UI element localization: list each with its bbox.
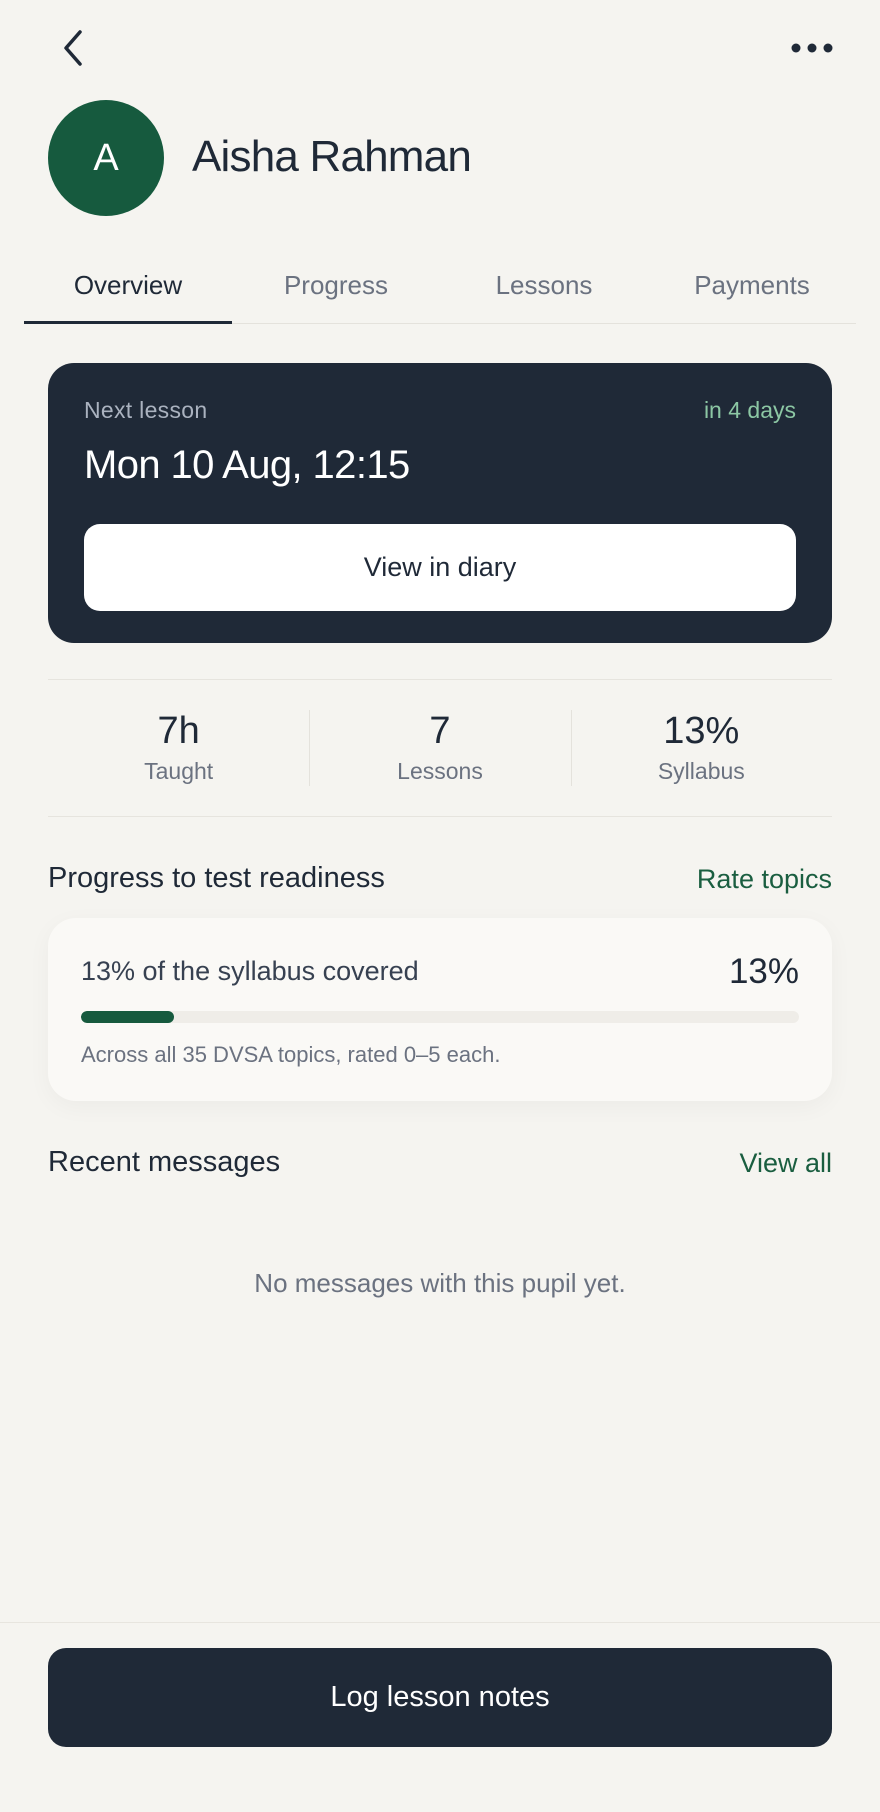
stat-label: Lessons (397, 758, 483, 785)
tab-overview[interactable]: Overview (24, 258, 232, 324)
stat-label: Taught (144, 758, 214, 785)
more-options-button[interactable] (784, 26, 840, 70)
back-button[interactable] (52, 26, 96, 70)
avatar: A (48, 100, 164, 216)
tab-bar: Overview Progress Lessons Payments (24, 258, 856, 324)
progress-percent: 13% (728, 952, 799, 991)
rate-topics-link[interactable]: Rate topics (697, 864, 832, 895)
next-lesson-datetime: Mon 10 Aug, 12:15 (84, 443, 410, 487)
view-in-diary-button[interactable]: View in diary (84, 524, 796, 611)
tab-lessons[interactable]: Lessons (440, 258, 648, 323)
progress-summary: 13% of the syllabus covered (81, 956, 419, 986)
chevron-left-icon (64, 30, 82, 66)
messages-empty-state: No messages with this pupil yet. (254, 1268, 626, 1298)
next-lesson-relative-time: in 4 days (703, 397, 796, 423)
stat-syllabus: 13% Syllabus (570, 680, 832, 816)
pupil-overview-screen: A Aisha Rahman Overview Progress Lessons… (0, 0, 880, 1812)
bottom-divider (0, 1622, 880, 1623)
progress-card: 13% of the syllabus covered 13% Across a… (48, 918, 832, 1101)
view-all-messages-link[interactable]: View all (739, 1148, 832, 1179)
next-lesson-label: Next lesson (84, 397, 208, 423)
progress-bar-fill (81, 1011, 175, 1023)
stat-value: 7 (429, 709, 451, 752)
stat-label: Syllabus (657, 758, 745, 785)
avatar-initial: A (93, 136, 119, 179)
progress-bar (81, 1011, 799, 1023)
progress-section-title: Progress to test readiness (48, 862, 385, 894)
stat-value: 13% (663, 709, 740, 752)
stat-lessons: 7 Lessons (309, 680, 570, 816)
log-lesson-notes-button[interactable]: Log lesson notes (48, 1648, 832, 1747)
messages-section-title: Recent messages (48, 1146, 281, 1178)
more-horizontal-icon (791, 43, 833, 53)
stats-row: 7h Taught 7 Lessons 13% Syllabus (48, 679, 832, 817)
pupil-name: Aisha Rahman (192, 132, 472, 181)
stat-value: 7h (157, 709, 200, 752)
next-lesson-card: Next lesson in 4 days Mon 10 Aug, 12:15 … (48, 363, 832, 643)
progress-note: Across all 35 DVSA topics, rated 0–5 eac… (81, 1042, 501, 1067)
tab-payments[interactable]: Payments (648, 258, 856, 323)
tab-progress[interactable]: Progress (232, 258, 440, 323)
stat-taught: 7h Taught (48, 680, 309, 816)
